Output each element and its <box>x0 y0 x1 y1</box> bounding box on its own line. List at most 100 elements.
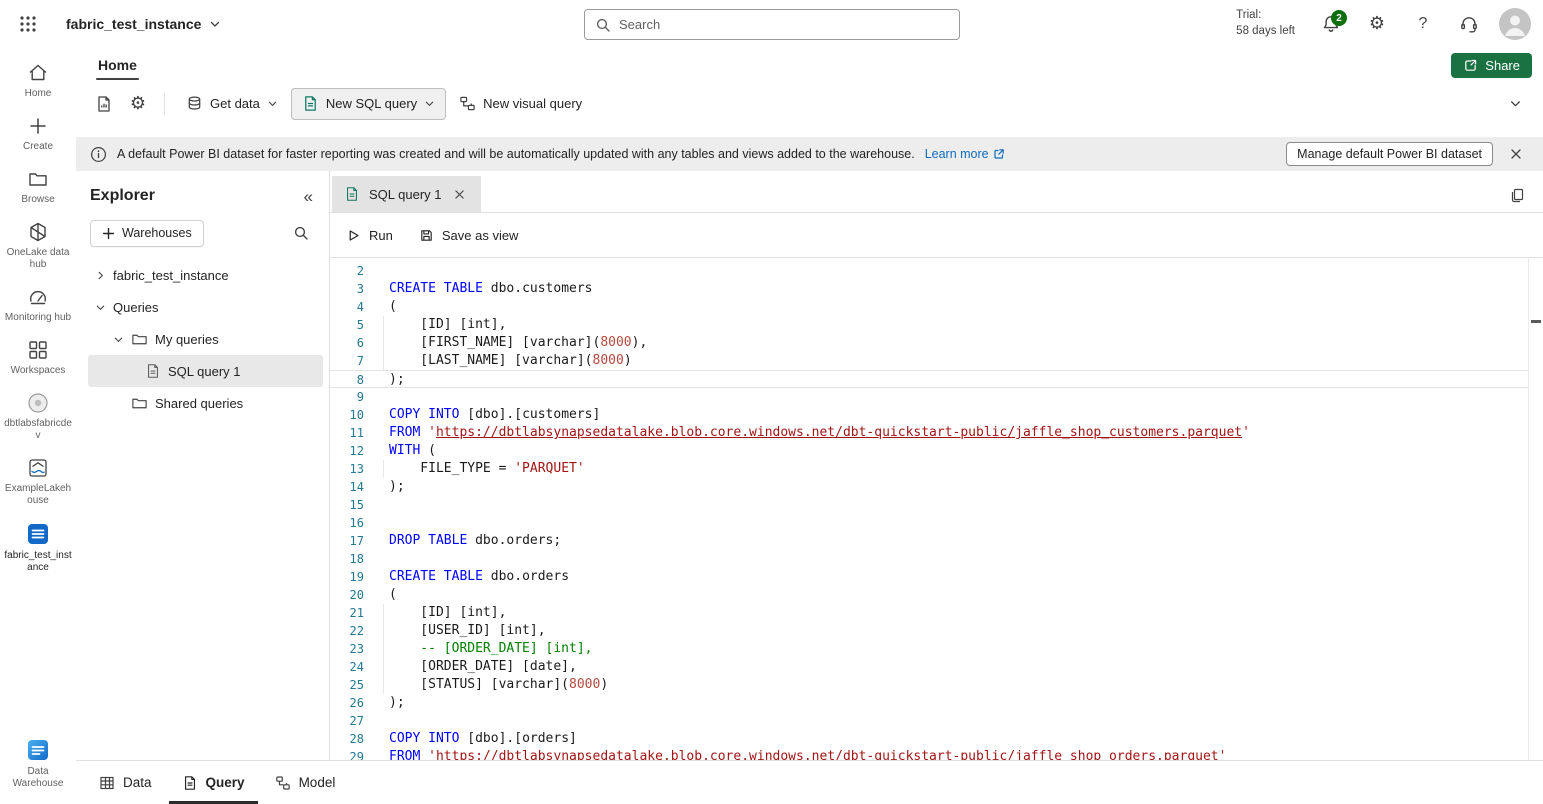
code-line[interactable]: 17DROP TABLE dbo.orders; <box>330 532 1528 550</box>
get-data-button[interactable]: Get data <box>175 88 289 120</box>
rail-item-fabric-test-instance[interactable]: fabric_test_instance <box>2 516 74 580</box>
headset-icon <box>1459 14 1479 34</box>
code-line[interactable]: 18 <box>330 550 1528 568</box>
code-text: [STATUS] [varchar](8000) <box>389 676 1528 694</box>
code-line[interactable]: 28COPY INTO [dbo].[orders] <box>330 730 1528 748</box>
code-line[interactable]: 5 [ID] [int], <box>330 316 1528 334</box>
code-line[interactable]: 23 -- [ORDER_DATE] [int], <box>330 640 1528 658</box>
chevron-right-icon <box>95 270 106 281</box>
tab-sql-query-1[interactable]: SQL query 1 <box>332 176 481 212</box>
rail-item-create[interactable]: Create <box>2 109 74 159</box>
code-line[interactable]: 25 [STATUS] [varchar](8000) <box>330 676 1528 694</box>
ribbon-tab-row: Home Share <box>76 48 1543 82</box>
code-line[interactable]: 12WITH ( <box>330 442 1528 460</box>
code-line[interactable]: 4( <box>330 298 1528 316</box>
chevron-down-icon <box>424 98 435 109</box>
settings-button[interactable]: ⚙ <box>1361 8 1393 40</box>
notifications-button[interactable]: 2 <box>1315 8 1347 40</box>
add-warehouse-button[interactable]: Warehouses <box>90 220 204 247</box>
code-line[interactable]: 7 [LAST_NAME] [varchar](8000) <box>330 352 1528 370</box>
run-button[interactable]: Run <box>346 228 393 243</box>
rail-item-data-warehouse[interactable]: Data Warehouse <box>2 732 74 796</box>
workspace-switcher[interactable]: fabric_test_instance <box>66 16 221 32</box>
waffle-icon <box>19 15 37 33</box>
line-number: 25 <box>330 676 364 694</box>
tree-item-queries[interactable]: Queries <box>76 291 329 323</box>
code-line[interactable]: 27 <box>330 712 1528 730</box>
help-button[interactable]: ? <box>1407 8 1439 40</box>
tree-item-fabric-test-instance[interactable]: fabric_test_instance <box>76 259 329 291</box>
report-button[interactable] <box>88 88 120 120</box>
code-line[interactable]: 21 [ID] [int], <box>330 604 1528 622</box>
code-line[interactable]: 26); <box>330 694 1528 712</box>
manage-default-dataset-button[interactable]: Manage default Power BI dataset <box>1286 142 1493 166</box>
view-tab-query[interactable]: Query <box>169 761 258 804</box>
tab-home[interactable]: Home <box>86 50 149 80</box>
rail-item-dbtlabsfabricdev[interactable]: dbtlabsfabricdev <box>2 386 74 448</box>
search-box[interactable] <box>584 9 960 40</box>
code-line[interactable]: 10COPY INTO [dbo].[customers] <box>330 406 1528 424</box>
code-line[interactable]: 8); <box>330 370 1528 388</box>
rail-item-browse[interactable]: Browse <box>2 162 74 212</box>
code-text: DROP TABLE dbo.orders; <box>389 532 1528 550</box>
code-line[interactable]: 11FROM 'https://dbtlabsynapsedatalake.bl… <box>330 424 1528 442</box>
collapse-explorer-button[interactable]: « <box>304 188 313 205</box>
line-number: 12 <box>330 442 364 460</box>
search-input[interactable] <box>619 17 949 32</box>
tree-item-sql-query-1[interactable]: SQL query 1 <box>88 355 323 387</box>
rail-item-monitoring-hub[interactable]: Monitoring hub <box>2 280 74 330</box>
rail-item-onelake-data-hub[interactable]: OneLake data hub <box>2 215 74 277</box>
app-launcher-button[interactable] <box>12 8 44 40</box>
code-text: ); <box>389 694 1528 712</box>
close-tab-button[interactable] <box>451 185 469 203</box>
code-line[interactable]: 13 FILE_TYPE = 'PARQUET' <box>330 460 1528 478</box>
code-line[interactable]: 20( <box>330 586 1528 604</box>
data-warehouse-icon <box>26 738 50 762</box>
code-line[interactable]: 2 <box>330 262 1528 280</box>
line-number: 24 <box>330 658 364 676</box>
workspace-name: fabric_test_instance <box>66 16 201 32</box>
new-sql-query-button[interactable]: New SQL query <box>291 88 446 120</box>
learn-more-link[interactable]: Learn more <box>925 147 1005 161</box>
code-line[interactable]: 9 <box>330 388 1528 406</box>
main-area: Explorer « Warehouses <box>76 171 1543 760</box>
copy-button[interactable] <box>1503 181 1531 209</box>
tree-item-my-queries[interactable]: My queries <box>76 323 329 355</box>
code-line[interactable]: 15 <box>330 496 1528 514</box>
view-tab-model[interactable]: Model <box>262 761 349 804</box>
rail-item-workspaces[interactable]: Workspaces <box>2 333 74 383</box>
code-line[interactable]: 16 <box>330 514 1528 532</box>
gear-icon: ⚙ <box>130 95 146 113</box>
rail-item-home[interactable]: Home <box>2 56 74 106</box>
collapse-ribbon-button[interactable] <box>1499 88 1531 120</box>
new-visual-query-button[interactable]: New visual query <box>448 88 593 120</box>
avatar[interactable] <box>1499 8 1531 40</box>
line-number: 10 <box>330 406 364 424</box>
search-icon <box>293 225 309 241</box>
feedback-button[interactable] <box>1453 8 1485 40</box>
save-as-view-button[interactable]: Save as view <box>419 228 519 243</box>
banner-close-button[interactable] <box>1503 141 1529 167</box>
rail-item-examplelakehouse[interactable]: ExampleLakehouse <box>2 451 74 513</box>
view-tab-data[interactable]: Data <box>86 761 165 804</box>
code-line[interactable]: 22 [USER_ID] [int], <box>330 622 1528 640</box>
line-number: 5 <box>330 316 364 334</box>
app-root: fabric_test_instance Trial: 58 days left… <box>0 0 1543 804</box>
tree-item-shared-queries[interactable]: Shared queries <box>76 387 329 419</box>
notification-badge: 2 <box>1331 10 1347 26</box>
settings-gear-button[interactable]: ⚙ <box>122 88 154 120</box>
code-line[interactable]: 24 [ORDER_DATE] [date], <box>330 658 1528 676</box>
editor-scrollbar[interactable] <box>1528 258 1543 760</box>
explorer-search-button[interactable] <box>287 219 315 247</box>
code-line[interactable]: 3CREATE TABLE dbo.customers <box>330 280 1528 298</box>
share-button[interactable]: Share <box>1451 53 1532 78</box>
folder-icon <box>27 168 49 190</box>
gear-icon: ⚙ <box>1369 15 1385 33</box>
code-line[interactable]: 19CREATE TABLE dbo.orders <box>330 568 1528 586</box>
code-line[interactable]: 29FROM 'https://dbtlabsynapsedatalake.bl… <box>330 748 1528 760</box>
code-editor[interactable]: 23CREATE TABLE dbo.customers4(5 [ID] [in… <box>330 258 1543 760</box>
code-line[interactable]: 6 [FIRST_NAME] [varchar](8000), <box>330 334 1528 352</box>
code-line[interactable]: 14); <box>330 478 1528 496</box>
table-icon <box>99 775 115 791</box>
code-text: [LAST_NAME] [varchar](8000) <box>389 352 1528 370</box>
